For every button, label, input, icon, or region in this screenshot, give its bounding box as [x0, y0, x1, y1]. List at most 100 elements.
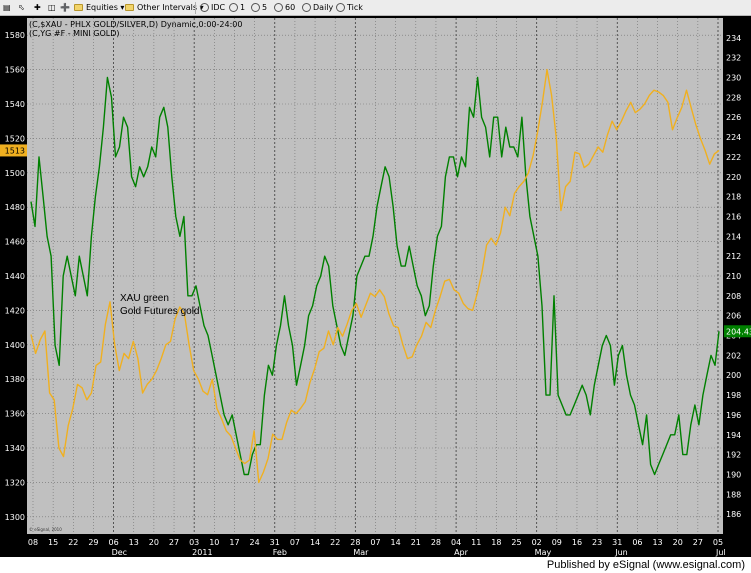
right-axis-tick-label: 198	[726, 391, 741, 400]
right-axis-tick-label: 228	[726, 93, 741, 102]
footer: Published by eSignal (www.esignal.com)	[0, 557, 751, 573]
x-axis-tick-label: 20	[149, 538, 159, 547]
left-axis-tick-label: 1300	[5, 513, 25, 522]
right-axis-tick-label: 234	[726, 34, 741, 43]
right-axis-tick-label: 194	[726, 431, 741, 440]
x-axis-tick-label: 08	[28, 538, 38, 547]
left-axis-tick-label: 1540	[5, 100, 25, 109]
right-axis-tick-label: 226	[726, 113, 741, 122]
left-axis-tick-label: 1320	[5, 478, 25, 487]
copyright-text: © eSignal, 2010	[29, 527, 62, 532]
annotation-gold: Gold Futures gold	[120, 306, 200, 317]
x-axis-tick-label: 14	[391, 538, 401, 547]
x-axis-tick-label: 22	[68, 538, 78, 547]
right-axis-tick-label: 208	[726, 292, 741, 301]
x-axis-tick-label: 16	[572, 538, 582, 547]
x-axis-tick-label: 27	[169, 538, 179, 547]
interval-idc-button[interactable]: IDC	[200, 2, 225, 14]
right-axis-tick-label: 220	[726, 173, 741, 182]
x-axis-tick-label: 13	[129, 538, 139, 547]
folder-icon	[125, 4, 134, 11]
cursor-icon[interactable]: ⬁	[18, 2, 25, 14]
annotation-xau: XAU green	[120, 293, 169, 304]
x-axis-month-label: Jun	[614, 548, 628, 557]
right-axis-tick-label: 210	[726, 272, 741, 281]
equities-label: Equities	[86, 3, 118, 12]
x-axis-tick-label: 28	[431, 538, 441, 547]
x-axis-tick-label: 31	[612, 538, 622, 547]
interval-60-label: 60	[285, 3, 296, 12]
left-axis-tick-label: 1560	[5, 66, 25, 75]
interval-daily-button[interactable]: Daily	[302, 2, 333, 14]
right-axis-tick-label: 214	[726, 232, 741, 241]
x-axis-tick-label: 07	[290, 538, 300, 547]
right-axis-tick-label: 192	[726, 451, 741, 460]
left-axis-tick-label: 1400	[5, 341, 25, 350]
x-axis-tick-label: 27	[693, 538, 703, 547]
interval-5-button[interactable]: 5	[251, 2, 267, 14]
x-axis-tick-label: 11	[471, 538, 481, 547]
clock-icon	[302, 3, 311, 12]
interval-60-button[interactable]: 60	[274, 2, 295, 14]
x-axis-month-label: 2011	[192, 548, 212, 557]
right-axis-tick-label: 196	[726, 411, 741, 420]
x-axis-tick-label: 06	[632, 538, 642, 547]
interval-tick-button[interactable]: Tick	[336, 2, 363, 14]
interval-1-button[interactable]: 1	[229, 2, 245, 14]
x-axis-month-label: May	[535, 548, 552, 557]
left-axis-tick-label: 1480	[5, 203, 25, 212]
x-axis-tick-label: 10	[209, 538, 219, 547]
right-axis-tick-label: 186	[726, 510, 741, 519]
left-axis-tick-label: 1460	[5, 238, 25, 247]
published-by-text: Published by eSignal (www.esignal.com)	[546, 559, 745, 571]
x-axis-month-label: Apr	[454, 548, 469, 557]
x-axis-tick-label: 21	[411, 538, 421, 547]
idc-label: IDC	[211, 3, 226, 12]
x-axis-tick-label: 17	[229, 538, 239, 547]
left-axis-tick-label: 1340	[5, 444, 25, 453]
right-axis-tick-label: 230	[726, 74, 741, 83]
x-axis-tick-label: 31	[270, 538, 280, 547]
left-axis-tick-label: 1500	[5, 169, 25, 178]
x-axis-tick-label: 05	[713, 538, 723, 547]
chart-header-line1: (C,$XAU - PHLX GOLD/SILVER,D) Dynamic,0:…	[29, 20, 242, 29]
x-axis-tick-label: 28	[350, 538, 360, 547]
toolbar: ▤ ⬁ ✚ ◫ ➕ Equities ▾ Other Intervals ▾ I…	[0, 0, 751, 16]
open-icon[interactable]: ▤	[3, 2, 11, 14]
x-axis-tick-label: 14	[310, 538, 320, 547]
x-axis-tick-label: 22	[330, 538, 340, 547]
left-axis-tick-label: 1360	[5, 410, 25, 419]
x-axis-tick-label: 04	[451, 538, 461, 547]
price-chart[interactable]: (C,$XAU - PHLX GOLD/SILVER,D) Dynamic,0:…	[0, 16, 751, 557]
tick-label: Tick	[347, 3, 363, 12]
right-axis-tick-label: 222	[726, 153, 741, 162]
interval-1-label: 1	[240, 3, 246, 12]
right-axis-tick-label: 202	[726, 351, 741, 360]
dropdown-icon: ▾	[120, 3, 125, 12]
new-icon[interactable]: ◫	[48, 2, 56, 14]
right-axis-tick-label: 212	[726, 252, 741, 261]
x-axis-month-label: Feb	[273, 548, 287, 557]
folder-icon	[74, 4, 83, 11]
x-axis-tick-label: 29	[88, 538, 98, 547]
x-axis-month-label: Jul	[715, 548, 726, 557]
chart-window[interactable]: (C,$XAU - PHLX GOLD/SILVER,D) Dynamic,0:…	[0, 16, 751, 557]
x-axis-tick-label: 25	[511, 538, 521, 547]
add-icon[interactable]: ➕	[60, 2, 70, 14]
left-axis-tick-label: 1420	[5, 306, 25, 315]
x-axis-month-label: Mar	[353, 548, 369, 557]
equities-menu[interactable]: Equities ▾	[74, 2, 124, 14]
x-axis-month-label: Dec	[112, 548, 127, 557]
right-axis-tick-label: 188	[726, 490, 741, 499]
right-axis-tick-label: 232	[726, 54, 741, 63]
crosshair-icon[interactable]: ✚	[34, 2, 41, 14]
x-axis-tick-label: 07	[370, 538, 380, 547]
x-axis-tick-label: 03	[189, 538, 199, 547]
right-axis-tick-label: 224	[726, 133, 741, 142]
other-intervals-menu[interactable]: Other Intervals ▾	[125, 2, 204, 14]
x-axis-tick-label: 09	[552, 538, 562, 547]
right-axis-tick-label: 200	[726, 371, 741, 380]
x-axis-tick-label: 15	[48, 538, 58, 547]
chart-header-line2: (C,YG #F - MINI GOLD)	[29, 29, 120, 38]
right-axis-tick-label: 206	[726, 312, 741, 321]
